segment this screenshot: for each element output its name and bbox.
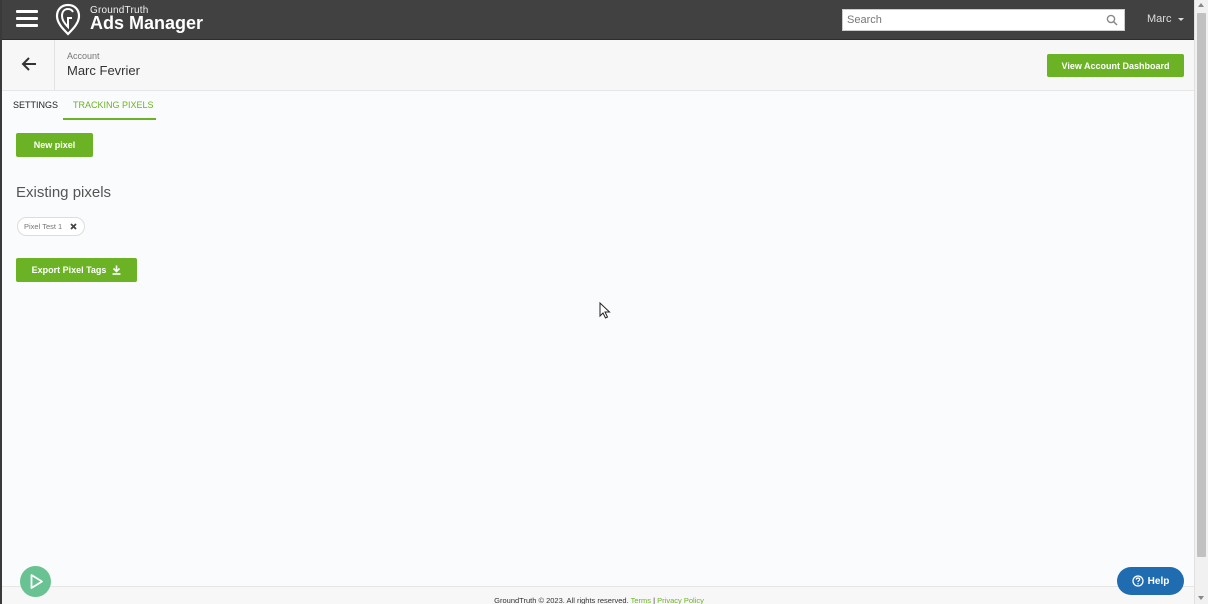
top-navigation-bar: GroundTruth Ads Manager Marc <box>2 0 1194 40</box>
footer-separator: | <box>653 596 656 604</box>
user-name: Marc <box>1147 13 1172 25</box>
view-account-dashboard-button[interactable]: View Account Dashboard <box>1047 54 1184 77</box>
export-pixel-tags-button[interactable]: Export Pixel Tags <box>16 258 137 282</box>
scroll-down-arrow[interactable] <box>1198 596 1204 600</box>
app-title: Ads Manager <box>90 13 204 33</box>
help-question-icon <box>1132 575 1144 587</box>
scroll-up-arrow[interactable] <box>1198 3 1204 7</box>
app-frame: GroundTruth Ads Manager Marc Account Mar… <box>0 0 1194 604</box>
divider <box>54 40 55 90</box>
account-header: Account Marc Fevrier View Account Dashbo… <box>2 40 1194 91</box>
back-arrow-icon[interactable] <box>20 55 38 73</box>
new-pixel-button[interactable]: New pixel <box>16 133 93 157</box>
tab-settings[interactable]: SETTINGS <box>3 92 68 120</box>
search-icon[interactable] <box>1106 14 1118 26</box>
account-name: Marc Fevrier <box>67 63 140 78</box>
download-icon <box>112 265 121 275</box>
user-menu[interactable]: Marc <box>1147 13 1185 25</box>
export-label: Export Pixel Tags <box>31 265 107 275</box>
privacy-policy-link[interactable]: Privacy Policy <box>657 596 704 604</box>
pixel-chip-label: Pixel Test 1 <box>24 222 63 231</box>
pixel-chip[interactable]: Pixel Test 1 <box>17 217 86 236</box>
footer-copyright: GroundTruth © 2023. All rights reserved. <box>494 596 629 604</box>
tab-tracking-pixels[interactable]: TRACKING PIXELS <box>63 92 156 120</box>
mouse-cursor-icon <box>599 302 611 319</box>
vertical-scrollbar[interactable] <box>1194 0 1208 604</box>
play-icon <box>30 574 43 589</box>
scrollbar-thumb[interactable] <box>1197 13 1206 557</box>
menu-icon[interactable] <box>16 10 38 30</box>
terms-link[interactable]: Terms <box>631 596 651 604</box>
groundtruth-logo-icon[interactable] <box>54 3 82 36</box>
search-box <box>842 9 1125 31</box>
account-label: Account <box>67 51 100 61</box>
footer: GroundTruth © 2023. All rights reserved.… <box>2 586 1194 604</box>
help-label: Help <box>1147 575 1170 587</box>
help-button[interactable]: Help <box>1117 567 1184 595</box>
search-input[interactable] <box>843 10 1093 30</box>
play-button[interactable] <box>20 566 51 597</box>
chevron-down-icon <box>1178 17 1185 21</box>
close-icon[interactable] <box>69 222 78 231</box>
existing-pixels-title: Existing pixels <box>16 184 112 201</box>
